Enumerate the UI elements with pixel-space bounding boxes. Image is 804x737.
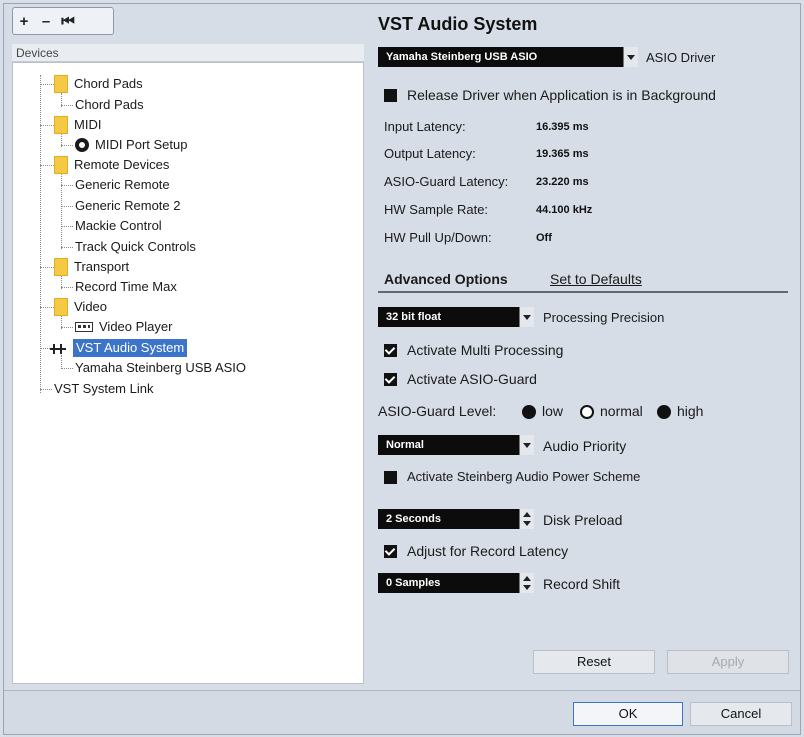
tree-item-generic-remote-2[interactable]: Generic Remote 2: [75, 197, 181, 215]
input-latency-value: 16.395 ms: [536, 121, 589, 133]
asio-driver-label: ASIO Driver: [646, 50, 716, 65]
hw-sample-rate-value: 44.100 kHz: [536, 204, 593, 216]
selected-label: VST Audio System: [73, 339, 188, 357]
apply-button[interactable]: Apply: [667, 650, 789, 674]
tree-connector: [61, 105, 73, 106]
disk-preload-spinner[interactable]: 2 Seconds: [378, 509, 534, 529]
tree-connector: [40, 84, 54, 85]
video-player-icon: [75, 322, 93, 332]
tree-connector: [40, 267, 54, 268]
folder-icon: [54, 116, 68, 134]
tree-connector: [40, 75, 41, 393]
tree-connector: [61, 247, 73, 248]
chevron-down-icon: [519, 307, 534, 327]
record-latency-label: Adjust for Record Latency: [407, 543, 569, 559]
tree-folder-chord-pads[interactable]: Chord Pads: [54, 75, 143, 93]
device-tree: Chord Pads Chord Pads MIDI MIDI Port Set…: [12, 62, 364, 684]
asio-guard-level-normal[interactable]: normal: [580, 403, 643, 420]
radio-filled-icon: [657, 405, 671, 420]
tree-connector: [61, 327, 73, 328]
audio-priority-label: Audio Priority: [543, 438, 627, 454]
tree-connector: [61, 368, 73, 369]
tree-folder-video[interactable]: Video: [54, 298, 107, 316]
asio-guard-label: Activate ASIO-Guard: [407, 371, 537, 387]
tree-item-record-time-max[interactable]: Record Time Max: [75, 278, 177, 296]
record-shift-label: Record Shift: [543, 576, 621, 592]
tree-folder-transport[interactable]: Transport: [54, 258, 129, 276]
output-latency-value: 19.365 ms: [536, 148, 589, 160]
midi-connector-icon: [75, 138, 89, 152]
tree-folder-midi[interactable]: MIDI: [54, 116, 101, 134]
tree-connector: [61, 355, 62, 369]
folder-icon: [54, 156, 68, 174]
tree-folder-remote-devices[interactable]: Remote Devices: [54, 156, 169, 174]
asio-guard-checkbox[interactable]: [384, 373, 397, 386]
asio-guard-latency-label: ASIO-Guard Latency:: [384, 174, 509, 189]
tree-connector: [40, 125, 54, 126]
tree-connector: [40, 165, 54, 166]
tree-connector: [61, 206, 73, 207]
tree-item-midi-port-setup[interactable]: MIDI Port Setup: [75, 136, 187, 154]
tree-item-vst-system-link[interactable]: VST System Link: [54, 380, 153, 398]
release-driver-checkbox[interactable]: [384, 89, 397, 102]
tree-connector: [61, 226, 73, 227]
chevron-down-icon: [623, 47, 638, 67]
device-toolbar: + – ⏮: [12, 7, 114, 35]
tree-item-generic-remote[interactable]: Generic Remote: [75, 176, 170, 194]
tree-item-yamaha-usb-asio[interactable]: Yamaha Steinberg USB ASIO: [75, 359, 246, 377]
spinner-arrows-icon: [519, 509, 534, 529]
hw-pull-value: Off: [536, 232, 552, 244]
asio-guard-level-high[interactable]: high: [657, 403, 703, 420]
tree-connector: [40, 307, 54, 308]
radio-empty-icon: [580, 405, 594, 420]
processing-precision-label: Processing Precision: [543, 310, 665, 325]
page-title: VST Audio System: [378, 14, 538, 34]
output-latency-label: Output Latency:: [384, 146, 476, 161]
cancel-button[interactable]: Cancel: [690, 702, 792, 726]
tree-item-vst-audio-system[interactable]: VST Audio System: [49, 339, 188, 357]
release-driver-label: Release Driver when Application is in Ba…: [407, 87, 716, 103]
add-device-button[interactable]: +: [13, 11, 35, 31]
tree-connector: [61, 185, 73, 186]
tree-item-chord-pads[interactable]: Chord Pads: [75, 96, 144, 114]
audio-priority-dropdown[interactable]: Normal: [378, 435, 534, 455]
tree-connector: [61, 145, 73, 146]
input-latency-label: Input Latency:: [384, 119, 466, 134]
hw-pull-label: HW Pull Up/Down:: [384, 230, 492, 245]
power-scheme-checkbox[interactable]: [384, 471, 397, 484]
disk-preload-label: Disk Preload: [543, 512, 623, 528]
chevron-down-icon: [519, 435, 534, 455]
folder-icon: [54, 298, 68, 316]
set-to-defaults-link[interactable]: Set to Defaults: [550, 271, 642, 287]
hw-sample-rate-label: HW Sample Rate:: [384, 202, 489, 217]
remove-device-button[interactable]: –: [35, 11, 57, 31]
spinner-arrows-icon: [519, 573, 534, 593]
devices-column-header: Devices: [12, 44, 364, 62]
multi-processing-label: Activate Multi Processing: [407, 342, 564, 358]
audio-connection-icon: [49, 342, 67, 354]
folder-icon: [54, 75, 68, 93]
multi-processing-checkbox[interactable]: [384, 344, 397, 357]
tree-item-track-quick-controls[interactable]: Track Quick Controls: [75, 238, 196, 256]
section-divider: [378, 291, 788, 293]
ok-button[interactable]: OK: [573, 702, 683, 726]
tree-connector: [61, 287, 73, 288]
folder-icon: [54, 258, 68, 276]
tree-connector: [40, 389, 52, 390]
radio-filled-icon: [522, 405, 536, 420]
reset-device-button[interactable]: ⏮: [57, 11, 79, 31]
advanced-options-tab[interactable]: Advanced Options: [384, 271, 508, 287]
record-shift-spinner[interactable]: 0 Samples: [378, 573, 534, 593]
tree-item-mackie-control[interactable]: Mackie Control: [75, 217, 162, 235]
asio-guard-level-label: ASIO-Guard Level:: [378, 403, 497, 419]
processing-precision-dropdown[interactable]: 32 bit float: [378, 307, 534, 327]
record-latency-checkbox[interactable]: [384, 545, 397, 558]
asio-guard-latency-value: 23.220 ms: [536, 176, 589, 188]
reset-button[interactable]: Reset: [533, 650, 655, 674]
asio-guard-level-low[interactable]: low: [522, 403, 563, 420]
tree-item-video-player[interactable]: Video Player: [75, 318, 172, 336]
asio-driver-dropdown[interactable]: Yamaha Steinberg USB ASIO: [378, 47, 638, 67]
power-scheme-label: Activate Steinberg Audio Power Scheme: [407, 469, 641, 484]
